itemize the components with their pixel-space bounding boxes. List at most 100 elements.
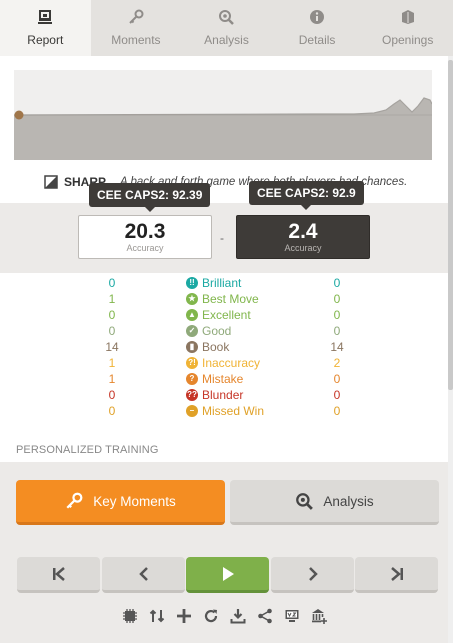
black-accuracy-value: 2.4 xyxy=(288,219,318,243)
board-tools xyxy=(120,605,328,627)
tab-bar: Report Moments Analysis Details Openings xyxy=(0,0,453,56)
tab-report[interactable]: Report xyxy=(0,0,91,56)
analysis-label: Analysis xyxy=(323,493,374,509)
thumbs-up-icon: ▲ xyxy=(186,309,198,321)
stat-label: Good xyxy=(202,324,232,338)
stat-label: Mistake xyxy=(202,372,244,386)
black-accuracy-box: 2.4 Accuracy xyxy=(236,215,370,259)
scrollbar-thumb[interactable] xyxy=(448,60,453,390)
tab-moments[interactable]: Moments xyxy=(91,0,182,56)
accuracy-band xyxy=(0,203,448,273)
white-count: 0 xyxy=(108,388,116,402)
white-accuracy-box: 20.3 Accuracy xyxy=(78,215,212,259)
white-count: 1 xyxy=(108,292,116,306)
stat-row-inaccuracy[interactable]: 1 ?! Inaccuracy 2 xyxy=(0,356,448,372)
black-count: 0 xyxy=(333,404,341,418)
stat-row-good[interactable]: 0 ✓ Good 0 xyxy=(0,324,448,340)
tab-details[interactable]: Details xyxy=(272,0,363,56)
black-count: 0 xyxy=(333,308,341,322)
tab-analysis[interactable]: Analysis xyxy=(181,0,272,56)
versus-computer-icon[interactable] xyxy=(282,607,301,626)
key-moments-button[interactable]: Key Moments xyxy=(16,480,225,525)
star-icon: ★ xyxy=(186,293,198,305)
stat-row-missed-win[interactable]: 0 – Missed Win 0 xyxy=(0,404,448,420)
stat-row-brilliant[interactable]: 0 !! Brilliant 0 xyxy=(0,276,448,292)
stat-label: Best Move xyxy=(202,292,259,306)
mistake-icon: ? xyxy=(186,373,198,385)
black-count: 0 xyxy=(333,292,341,306)
stat-label: Missed Win xyxy=(202,404,265,418)
play-icon xyxy=(222,566,234,581)
black-count: 14 xyxy=(330,340,344,354)
last-move-icon xyxy=(390,566,403,581)
sharp-icon xyxy=(44,175,58,189)
report-icon xyxy=(38,10,53,24)
black-count: 0 xyxy=(333,324,341,338)
download-icon[interactable] xyxy=(228,607,247,626)
tab-label: Analysis xyxy=(204,33,249,47)
info-icon xyxy=(310,10,325,24)
flip-board-icon[interactable] xyxy=(147,607,166,626)
key-icon xyxy=(66,492,83,509)
stat-label: Blunder xyxy=(202,388,244,402)
last-move-button[interactable] xyxy=(355,557,438,593)
previous-move-button[interactable] xyxy=(102,557,185,593)
evaluation-graph[interactable] xyxy=(14,70,432,160)
first-move-button[interactable] xyxy=(17,557,100,593)
next-move-button[interactable] xyxy=(271,557,354,593)
graph-overlay-black xyxy=(14,116,432,160)
stat-label: Excellent xyxy=(202,308,251,322)
tab-label: Moments xyxy=(111,33,161,47)
white-count: 1 xyxy=(108,372,116,386)
stat-label: Brilliant xyxy=(202,276,242,290)
white-count: 1 xyxy=(108,356,116,370)
white-count: 14 xyxy=(105,340,119,354)
accuracy-separator: - xyxy=(220,231,224,245)
black-count: 0 xyxy=(333,372,341,386)
tab-openings[interactable]: Openings xyxy=(362,0,453,56)
accuracy-label: Accuracy xyxy=(126,242,164,253)
evaluation-line xyxy=(14,97,432,116)
stat-row-book[interactable]: 14 ▮ Book 14 xyxy=(0,340,448,356)
black-rating-tooltip: CEE CAPS2: 92.9 xyxy=(249,181,364,210)
chevron-left-icon xyxy=(138,566,148,581)
first-move-icon xyxy=(52,566,65,581)
white-count: 0 xyxy=(108,276,116,290)
missed-win-icon: – xyxy=(186,405,198,417)
share-icon[interactable] xyxy=(255,607,274,626)
stat-label: Book xyxy=(202,340,230,354)
refresh-icon[interactable] xyxy=(201,607,220,626)
magnifier-icon xyxy=(296,493,314,510)
analysis-button[interactable]: Analysis xyxy=(230,480,439,525)
engine-chip-icon[interactable] xyxy=(120,607,139,626)
add-icon[interactable] xyxy=(174,607,193,626)
blunder-icon: ?? xyxy=(186,389,198,401)
inaccuracy-icon: ?! xyxy=(186,357,198,369)
section-label: PERSONALIZED TRAINING xyxy=(16,444,159,456)
key-icon xyxy=(129,9,144,24)
tab-label: Openings xyxy=(381,33,434,47)
book-icon: ▮ xyxy=(186,341,198,353)
stat-row-best-move[interactable]: 1 ★ Best Move 0 xyxy=(0,292,448,308)
check-icon: ✓ xyxy=(186,325,198,337)
white-rating-tooltip: CEE CAPS2: 92.39 xyxy=(89,183,211,212)
book-icon xyxy=(401,10,414,24)
stat-label: Inaccuracy xyxy=(202,356,261,370)
play-button[interactable] xyxy=(186,557,269,593)
accuracy-label: Accuracy xyxy=(284,242,322,253)
brilliant-icon: !! xyxy=(186,277,198,289)
scrollbar[interactable] xyxy=(448,56,453,643)
black-count: 0 xyxy=(333,388,341,402)
black-count: 0 xyxy=(333,276,341,290)
key-moments-label: Key Moments xyxy=(93,493,176,509)
white-count: 0 xyxy=(108,324,116,338)
stat-row-excellent[interactable]: 0 ▲ Excellent 0 xyxy=(0,308,448,324)
chevron-right-icon xyxy=(308,566,318,581)
white-count: 0 xyxy=(108,404,116,418)
white-count: 0 xyxy=(108,308,116,322)
stat-row-blunder[interactable]: 0 ?? Blunder 0 xyxy=(0,388,448,404)
library-add-icon[interactable] xyxy=(309,607,328,626)
magnifier-icon xyxy=(219,10,235,25)
stat-row-mistake[interactable]: 1 ? Mistake 0 xyxy=(0,372,448,388)
evaluation-graph-svg xyxy=(14,97,432,160)
